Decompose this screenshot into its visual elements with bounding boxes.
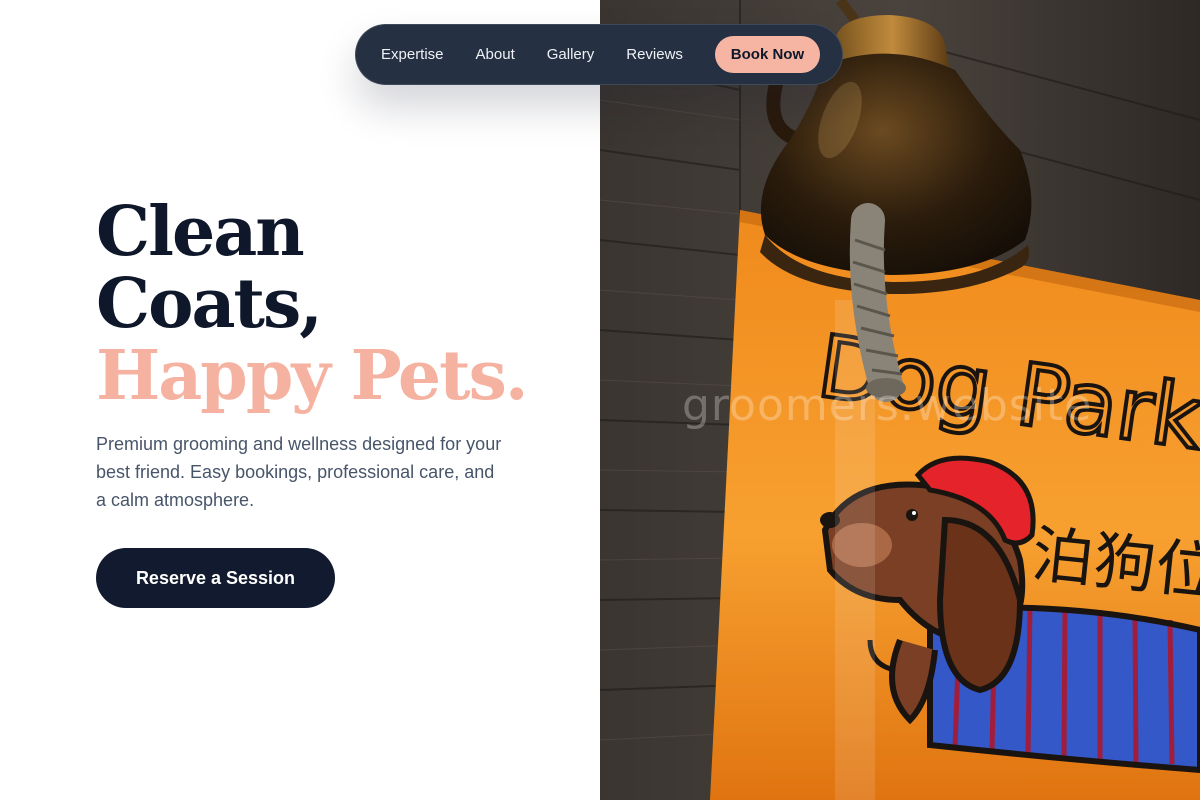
nav-link-reviews[interactable]: Reviews [626,46,683,63]
hero-description: Premium grooming and wellness designed f… [96,434,502,510]
nav-link-gallery[interactable]: Gallery [547,46,595,63]
hero-headline: Clean Coats, Happy Pets. [96,196,536,412]
nav-link-about[interactable]: About [476,46,515,63]
reserve-session-button[interactable]: Reserve a Session [96,548,335,608]
headline-line-2: Coats, [96,264,323,344]
book-now-button[interactable]: Book Now [714,36,820,73]
watermark-text: groomers.website [682,380,1093,431]
headline-accent: Happy Pets. [96,336,529,416]
headline-line-1: Clean [96,192,305,272]
main-navbar: Expertise About Gallery Reviews Book Now [355,24,843,85]
nav-link-expertise[interactable]: Expertise [381,46,444,63]
hero-photo: Dog Parkin 泊狗位 groomers.website [600,0,1200,800]
hero-section: Clean Coats, Happy Pets. Premium groomin… [96,196,536,514]
